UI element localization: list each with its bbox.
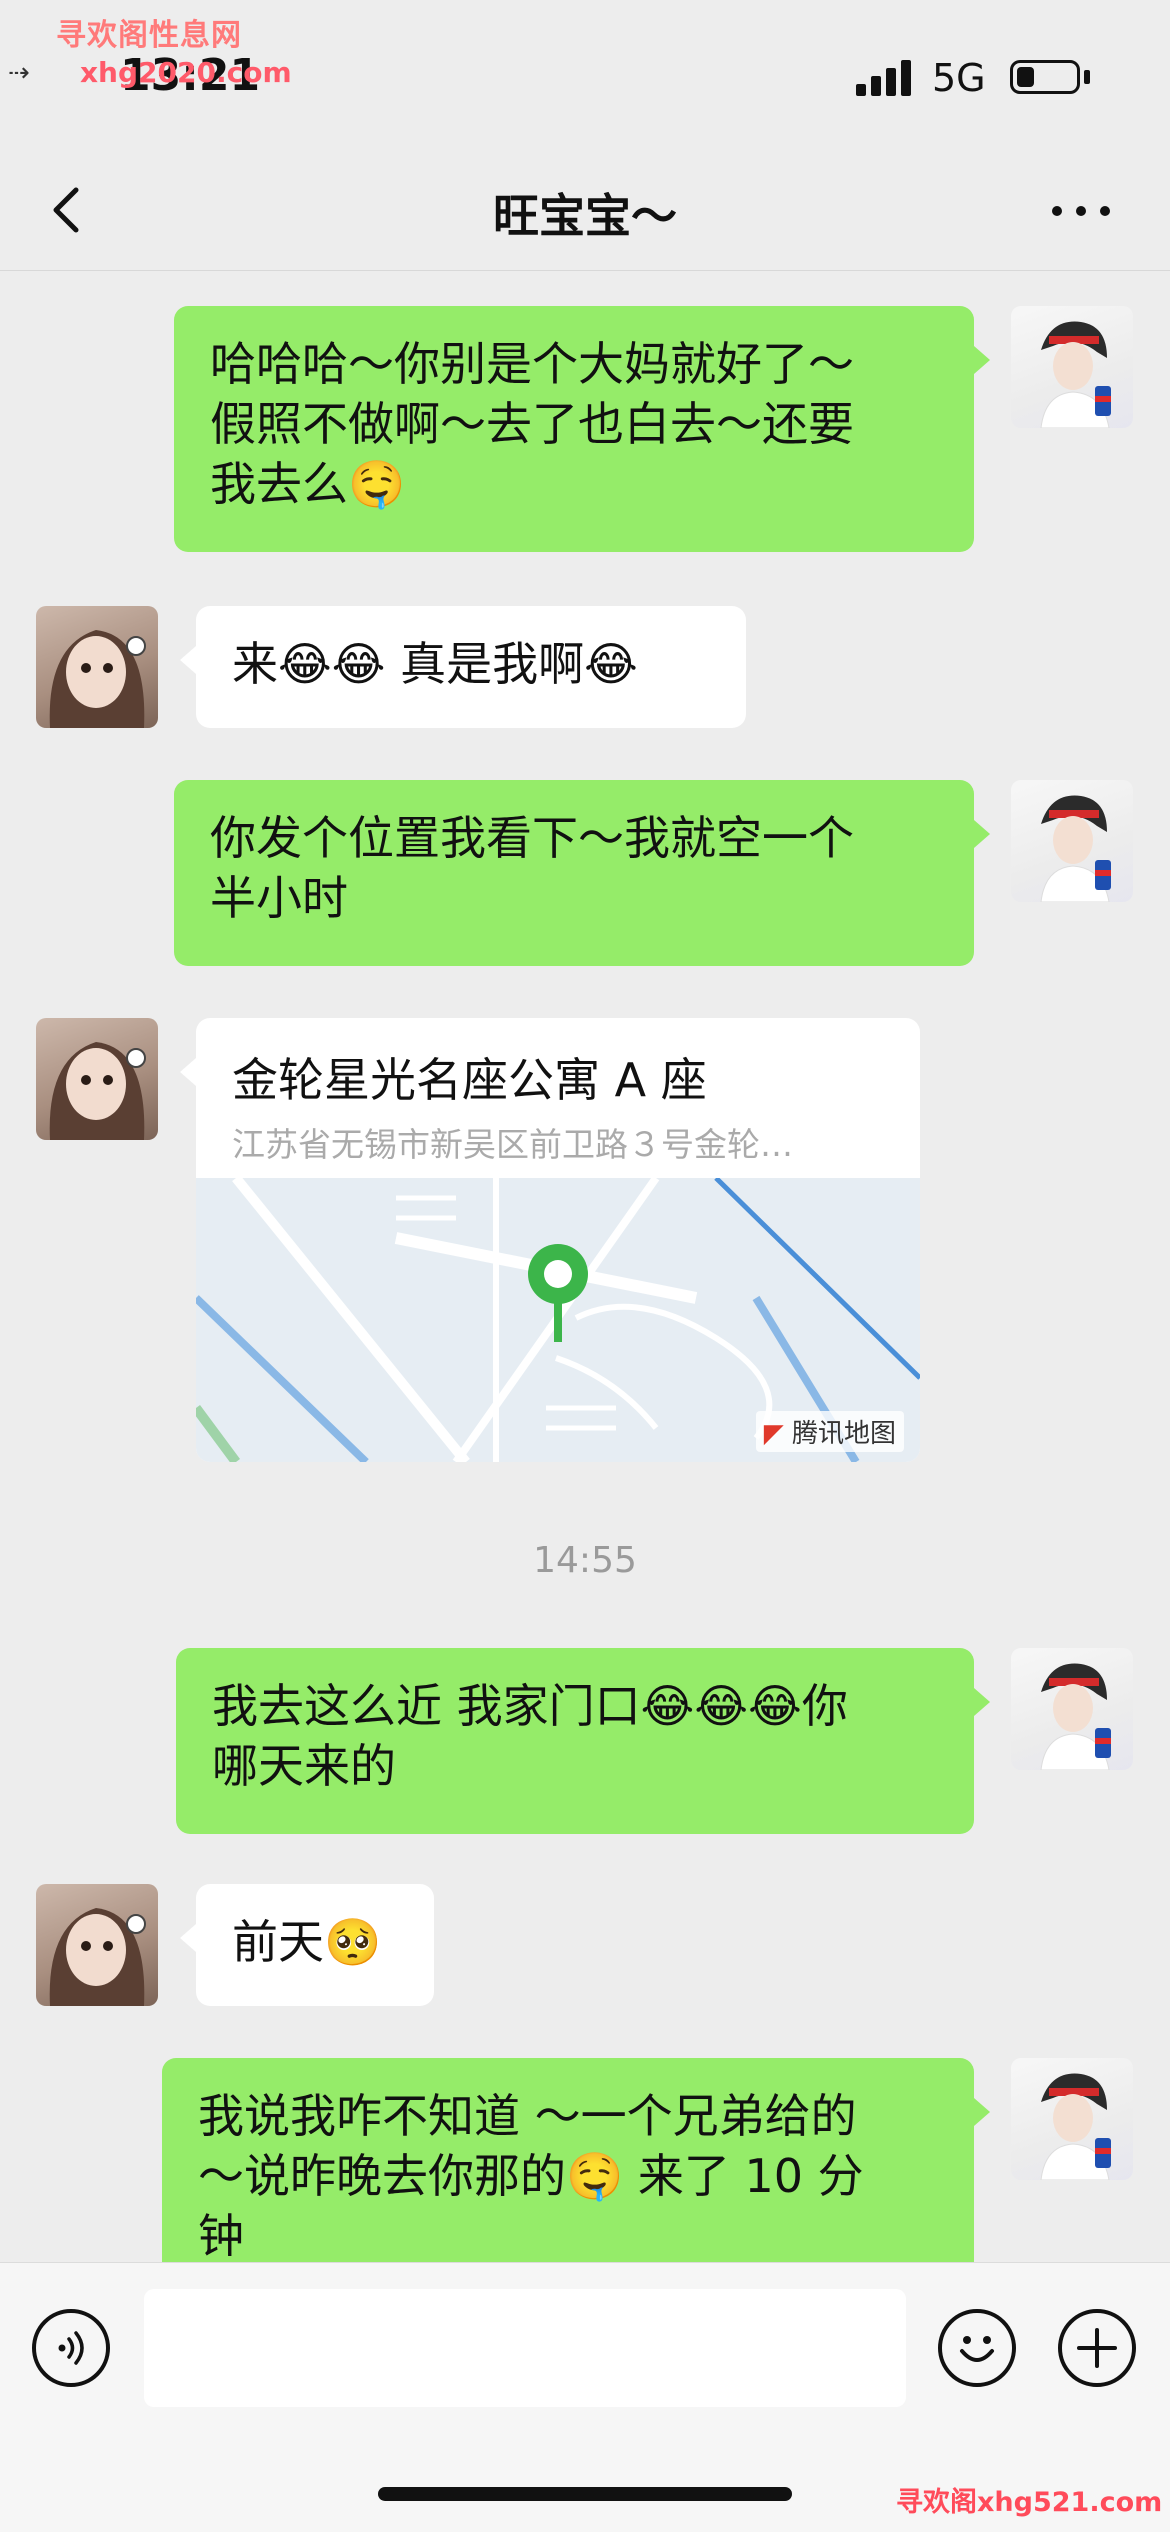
avatar-illustration [1040,795,1111,902]
battery-cap [1084,70,1090,84]
battery-level [1017,67,1034,87]
message-bubble-received[interactable]: 前天🥺 [196,1884,434,2006]
avatar-illustration [1040,2073,1111,2180]
watermark-domain: xhg2020.com [80,56,292,89]
message-text-line: 假照不做啊～去了也白去～还要 [210,397,854,451]
bubble-tail [180,1058,196,1086]
watermark-site-name: 寻欢阁性息网 [56,18,242,53]
bubble-tail [180,1924,196,1952]
emoji-button[interactable] [938,2309,1016,2387]
more-options-button[interactable] [1052,190,1112,230]
avatar-photo [49,630,146,728]
location-title: 金轮星光名座公寓 A 座 [232,1053,707,1107]
voice-button[interactable] [32,2309,110,2387]
location-map-preview[interactable]: ◤ 腾讯地图 [196,1174,920,1462]
cellular-signal-icon [856,60,912,96]
message-bubble-sent[interactable]: 我去这么近 我家门口😂😂😂你 哪天来的 [176,1648,974,1834]
status-bar: 寻欢阁性息网 13:21 ⇢ xhg2020.com 5G [0,0,1170,150]
location-address: 江苏省无锡市新吴区前卫路３号金轮… [232,1125,793,1164]
network-type: 5G [932,56,986,100]
chat-title: 旺宝宝～ [493,189,677,243]
watermark-bottom: 寻欢阁xhg521.com [896,2487,1163,2518]
watermark-arrow-icon: ⇢ [8,58,30,88]
bubble-tail [180,646,196,674]
avatar-illustration [1040,321,1111,428]
contact-avatar[interactable] [36,606,158,728]
avatar-illustration [1040,1663,1111,1770]
map-provider-name: 腾讯地图 [791,1419,896,1449]
my-avatar[interactable] [1011,780,1133,902]
battery-icon [1010,60,1080,94]
avatar-photo [49,1908,146,2006]
message-text-line: 你发个位置我看下～我就空一个 [210,811,854,865]
message-text-line: 来😂😂 真是我啊😂 [232,637,638,691]
message-bubble-received[interactable]: 来😂😂 真是我啊😂 [196,606,746,728]
message-input[interactable] [144,2289,906,2407]
my-avatar[interactable] [1011,2058,1133,2180]
my-avatar[interactable] [1011,1648,1133,1770]
message-text-line: 哪天来的 [212,1739,396,1793]
bubble-tail [974,820,990,848]
home-indicator[interactable] [378,2487,792,2501]
location-card[interactable]: 金轮星光名座公寓 A 座 江苏省无锡市新吴区前卫路３号金轮… ◤ 腾讯地图 [196,1018,920,1462]
my-avatar[interactable] [1011,306,1133,428]
message-text-line: 我说我咋不知道 ～一个兄弟给的 [198,2089,857,2143]
map-provider-label: ◤ 腾讯地图 [755,1411,904,1452]
message-text-line: 前天🥺 [232,1915,382,1969]
message-text-line: 钟 [198,2209,244,2263]
map-provider-icon: ◤ [763,1419,784,1449]
contact-avatar[interactable] [36,1884,158,2006]
message-text-line: 半小时 [210,871,348,925]
chat-header: 旺宝宝～ [0,150,1170,271]
more-actions-button[interactable] [1058,2309,1136,2387]
message-text-line: 我去么🤤 [210,457,406,511]
emoji-icon [960,2336,994,2362]
message-text-line: ～说昨晚去你那的🤤 来了 10 分 [198,2149,864,2203]
bubble-tail [974,346,990,374]
contact-avatar[interactable] [36,1018,158,1140]
chat-timestamp: 14:55 [533,1540,637,1581]
more-dots-icon [1052,206,1062,216]
message-text-line: 哈哈哈～你别是个大妈就好了～ [210,337,854,391]
message-text-line: 我去这么近 我家门口😂😂😂你 [212,1679,848,1733]
chat-screen: 寻欢阁性息网 13:21 ⇢ xhg2020.com 5G 旺宝宝～ 哈哈哈～你… [0,0,1170,2532]
message-bubble-sent[interactable]: 哈哈哈～你别是个大妈就好了～ 假照不做啊～去了也白去～还要 我去么🤤 [174,306,974,552]
bubble-tail [974,1688,990,1716]
bubble-tail [974,2098,990,2126]
message-bubble-sent[interactable]: 你发个位置我看下～我就空一个 半小时 [174,780,974,966]
plus-icon [1077,2328,1117,2368]
avatar-photo [49,1042,146,1140]
voice-icon [58,2331,84,2365]
